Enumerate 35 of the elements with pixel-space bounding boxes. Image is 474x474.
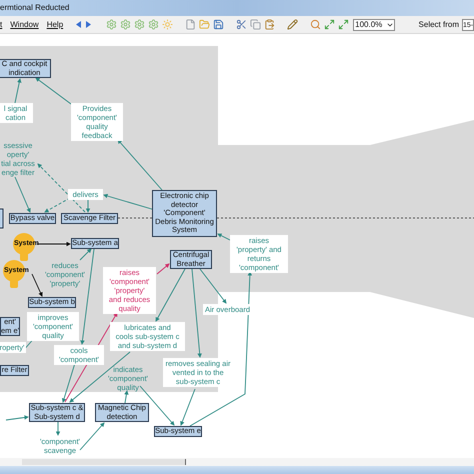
- sun-icon[interactable]: [162, 19, 174, 30]
- select-label: Select from: [418, 18, 459, 30]
- menu-item[interactable]: Help: [46, 18, 64, 30]
- pencil-icon[interactable]: [287, 19, 298, 30]
- back-icon[interactable]: [75, 20, 82, 29]
- connector-arrow: [32, 274, 43, 297]
- connector-arrow: [217, 234, 230, 240]
- save-icon[interactable]: [213, 19, 224, 30]
- connector-arrow: [36, 242, 71, 246]
- menu-item[interactable]: Window: [10, 18, 39, 30]
- menu-item[interactable]: t: [0, 18, 2, 30]
- gear-icon[interactable]: [120, 19, 132, 30]
- expand-icon[interactable]: [338, 19, 350, 30]
- connector-arrow: [56, 422, 60, 436]
- gear-icon[interactable]: [106, 19, 118, 30]
- connector-arrow: [14, 176, 31, 213]
- connector-arrow: [6, 415, 29, 420]
- search-icon[interactable]: [310, 19, 322, 30]
- gear-icon[interactable]: [134, 19, 146, 30]
- connector-arrow: [35, 77, 72, 104]
- scrollbar-thumb[interactable]: [22, 459, 186, 465]
- new-file-icon[interactable]: [185, 19, 196, 30]
- connector-arrow: [117, 139, 162, 190]
- connector-arrow: [80, 422, 105, 450]
- window-title: ermtional Reducted: [0, 2, 70, 14]
- cut-icon[interactable]: [236, 19, 248, 30]
- copy-icon[interactable]: [250, 19, 262, 30]
- gear-icon[interactable]: [148, 19, 160, 30]
- forward-icon[interactable]: [85, 20, 92, 29]
- diagram-node: [0, 208, 4, 228]
- paste-icon[interactable]: [264, 19, 276, 30]
- connector-arrow: [14, 78, 22, 104]
- horizontal-scrollbar[interactable]: [0, 458, 474, 466]
- expand-icon[interactable]: [324, 19, 336, 30]
- zoom-dropdown[interactable]: 100.0%: [353, 18, 396, 30]
